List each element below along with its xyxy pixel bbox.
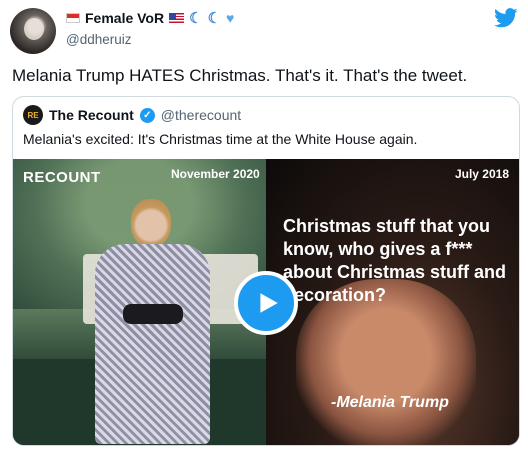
date-left-label: November 2020 bbox=[171, 167, 260, 181]
us-flag-icon bbox=[169, 13, 185, 23]
blue-heart-icon: ♥ bbox=[226, 10, 235, 26]
author-name-row[interactable]: Female VoR ☾ ☾ ♥ bbox=[66, 10, 234, 26]
left-video-frame bbox=[13, 159, 266, 445]
caption-overlay: Christmas stuff that you know, who gives… bbox=[283, 216, 507, 305]
crescent-moon-icon: ☾ bbox=[189, 9, 203, 27]
avatar[interactable] bbox=[10, 8, 56, 54]
quoted-display-name[interactable]: The Recount bbox=[49, 107, 134, 123]
the-recount-avatar[interactable]: RE bbox=[23, 105, 43, 125]
verified-badge-icon: ✓ bbox=[139, 107, 155, 123]
indonesia-flag-icon bbox=[66, 13, 80, 23]
person-gloves bbox=[123, 304, 183, 324]
author-handle[interactable]: @ddheruiz bbox=[66, 32, 132, 47]
tweet-text: Melania Trump HATES Christmas. That's it… bbox=[12, 66, 468, 85]
twitter-bird-icon[interactable] bbox=[494, 8, 518, 28]
date-right-label: July 2018 bbox=[454, 167, 509, 181]
person-coat bbox=[95, 244, 210, 444]
quoted-handle[interactable]: @therecount bbox=[161, 107, 241, 123]
video-thumbnail[interactable]: RECOUNT November 2020 July 2018 Christma… bbox=[13, 159, 519, 445]
quote-attribution: -Melania Trump bbox=[331, 394, 449, 411]
play-icon bbox=[260, 293, 278, 313]
author-display-name[interactable]: Female VoR bbox=[85, 10, 164, 26]
crescent-moon-icon: ☾ bbox=[207, 9, 222, 27]
person-head bbox=[131, 199, 171, 247]
quoted-tweet-text: Melania's excited: It's Christmas time a… bbox=[23, 131, 418, 147]
quoted-tweet-header: RE The Recount ✓ @therecount bbox=[23, 105, 241, 125]
recount-logo: RECOUNT bbox=[23, 169, 101, 186]
quoted-tweet[interactable]: RE The Recount ✓ @therecount Melania's e… bbox=[12, 96, 520, 446]
play-button[interactable] bbox=[234, 271, 298, 335]
